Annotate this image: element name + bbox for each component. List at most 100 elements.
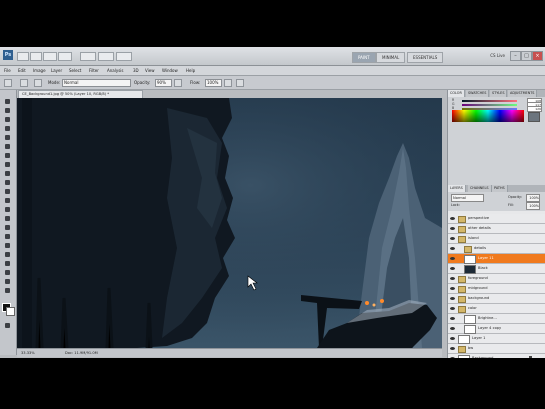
workspace-essentials[interactable]: ESSENTIALS — [407, 52, 444, 63]
eye-icon[interactable] — [450, 266, 455, 271]
menu-file[interactable]: File — [4, 68, 11, 73]
menu-layer[interactable]: Layer — [51, 68, 62, 73]
layer-opacity-field[interactable]: 100% — [526, 194, 540, 202]
menu-select[interactable]: Select — [69, 68, 81, 73]
mini-bridge-button[interactable] — [30, 52, 42, 61]
layer-row[interactable]: Brightne... — [448, 314, 545, 324]
eye-icon[interactable] — [450, 326, 455, 331]
layer-row[interactable]: island — [448, 234, 545, 244]
layer-row[interactable]: other details — [448, 224, 545, 234]
clone-stamp-tool[interactable] — [2, 170, 13, 177]
eyedropper-tool[interactable] — [2, 143, 13, 150]
brush-preset-icon[interactable] — [4, 79, 12, 87]
maximize-button[interactable]: □ — [521, 51, 532, 61]
airbrush-icon[interactable] — [224, 79, 232, 87]
background-color-swatch[interactable] — [6, 307, 15, 316]
quick-mask-button[interactable] — [2, 322, 13, 329]
hand-tool[interactable] — [2, 278, 13, 285]
layer-row[interactable]: midground — [448, 284, 545, 294]
lasso-tool[interactable] — [2, 116, 13, 123]
move-tool[interactable] — [2, 98, 13, 105]
eye-icon[interactable] — [450, 226, 455, 231]
eye-icon[interactable] — [450, 276, 455, 281]
eraser-tool[interactable] — [2, 188, 13, 195]
menu-filter[interactable]: Filter — [89, 68, 99, 73]
eye-icon[interactable] — [450, 346, 455, 351]
close-button[interactable]: × — [532, 51, 543, 61]
crop-tool[interactable] — [2, 134, 13, 141]
eye-icon[interactable] — [450, 216, 455, 221]
brush-panel-icon[interactable] — [34, 79, 42, 87]
tab-layers[interactable]: LAYERS — [448, 185, 466, 192]
blur-tool[interactable] — [2, 206, 13, 213]
history-brush-tool[interactable] — [2, 179, 13, 186]
zoom-tool[interactable] — [2, 287, 13, 294]
bridge-button[interactable] — [17, 52, 29, 61]
3d-orbit-tool[interactable] — [2, 269, 13, 276]
fill-field[interactable]: 100% — [526, 202, 540, 210]
menu-edit[interactable]: Edit — [18, 68, 26, 73]
layer-row[interactable]: color — [448, 304, 545, 314]
layer-row[interactable]: Layer 1 — [448, 334, 545, 344]
tab-paths[interactable]: PATHS — [492, 185, 508, 192]
menu-image[interactable]: Image — [33, 68, 46, 73]
layer-row[interactable]: Black — [448, 264, 545, 274]
document-canvas[interactable] — [17, 98, 442, 348]
cs-live-button[interactable]: CS Live — [490, 53, 505, 58]
screen-mode-button[interactable] — [116, 52, 132, 61]
green-slider[interactable]: G — [452, 102, 524, 106]
color-spectrum[interactable] — [452, 110, 524, 122]
layer-row[interactable]: details — [448, 244, 545, 254]
tab-swatches[interactable]: SWATCHES — [466, 90, 490, 97]
eye-icon[interactable] — [450, 256, 455, 261]
menu-help[interactable]: Help — [186, 68, 195, 73]
menu-window[interactable]: Window — [162, 68, 178, 73]
layer-row[interactable]: foreground — [448, 274, 545, 284]
eye-icon[interactable] — [450, 236, 455, 241]
pressure-size-icon[interactable] — [236, 79, 244, 87]
mode-select[interactable]: Normal — [62, 79, 131, 87]
type-tool[interactable] — [2, 233, 13, 240]
marquee-tool[interactable] — [2, 107, 13, 114]
pressure-opacity-icon[interactable] — [174, 79, 182, 87]
canvas-vertical-scrollbar[interactable] — [442, 98, 446, 348]
menu-3d[interactable]: 3D — [133, 68, 139, 73]
blend-mode-select[interactable]: Normal — [451, 194, 484, 202]
flow-field[interactable]: 100% — [205, 79, 222, 87]
arrange-documents-button[interactable] — [98, 52, 114, 61]
brush-tool[interactable] — [2, 161, 13, 168]
eye-icon[interactable] — [450, 296, 455, 301]
gradient-tool[interactable] — [2, 197, 13, 204]
zoom-level-button[interactable] — [58, 52, 72, 61]
menu-analysis[interactable]: Analysis — [107, 68, 123, 73]
opacity-field[interactable]: 90% — [155, 79, 172, 87]
eye-icon[interactable] — [450, 286, 455, 291]
workspace-paint[interactable]: PAINT — [352, 52, 376, 63]
brush-size-icon[interactable] — [20, 79, 28, 87]
tab-styles[interactable]: STYLES — [490, 90, 508, 97]
eye-icon[interactable] — [450, 316, 455, 321]
minimize-button[interactable]: – — [510, 51, 521, 61]
healing-tool[interactable] — [2, 152, 13, 159]
eye-icon[interactable] — [450, 306, 455, 311]
layer-row[interactable]: Layer 11 — [448, 254, 545, 264]
tab-adjustments[interactable]: ADJUSTMENTS — [508, 90, 538, 97]
3d-rotate-tool[interactable] — [2, 260, 13, 267]
zoom-level[interactable]: 33.33% — [21, 349, 35, 357]
quick-select-tool[interactable] — [2, 125, 13, 132]
view-extras-button[interactable] — [43, 52, 57, 61]
layer-row[interactable]: background — [448, 294, 545, 304]
eye-icon[interactable] — [450, 246, 455, 251]
path-select-tool[interactable] — [2, 242, 13, 249]
layer-row[interactable]: bw — [448, 344, 545, 354]
shape-tool[interactable] — [2, 251, 13, 258]
eye-icon[interactable] — [450, 336, 455, 341]
hand-tool-button[interactable] — [80, 52, 96, 61]
layer-row[interactable]: perspective — [448, 214, 545, 224]
tab-channels[interactable]: CHANNELS — [468, 185, 492, 192]
workspace-minimal[interactable]: MINIMAL — [376, 52, 406, 63]
tab-color[interactable]: COLOR — [448, 90, 465, 97]
dodge-tool[interactable] — [2, 215, 13, 222]
menu-view[interactable]: View — [145, 68, 155, 73]
layer-row[interactable]: Layer 4 copy — [448, 324, 545, 334]
